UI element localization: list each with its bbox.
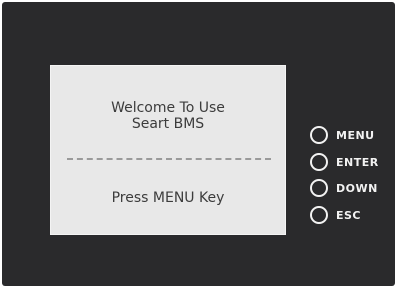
down-key[interactable]: DOWN [310, 179, 378, 197]
menu-key-button-icon[interactable] [310, 126, 328, 144]
enter-key-label: ENTER [336, 155, 379, 169]
esc-key-button-icon[interactable] [310, 206, 328, 224]
menu-prompt: Press MENU Key [111, 190, 225, 206]
screen-divider [67, 158, 271, 160]
enter-key-button-icon[interactable] [310, 153, 328, 171]
bms-control-panel: Welcome To Use Seart BMS Press MENU Key … [2, 2, 395, 286]
welcome-text: Welcome To Use [111, 100, 225, 116]
down-key-label: DOWN [336, 181, 378, 195]
down-key-button-icon[interactable] [310, 179, 328, 197]
product-name: Seart BMS [131, 116, 205, 132]
esc-key[interactable]: ESC [310, 206, 361, 224]
lcd-screen: Welcome To Use Seart BMS Press MENU Key [50, 65, 286, 235]
menu-key[interactable]: MENU [310, 126, 375, 144]
enter-key[interactable]: ENTER [310, 153, 379, 171]
esc-key-label: ESC [336, 208, 362, 222]
menu-key-label: MENU [336, 128, 375, 142]
